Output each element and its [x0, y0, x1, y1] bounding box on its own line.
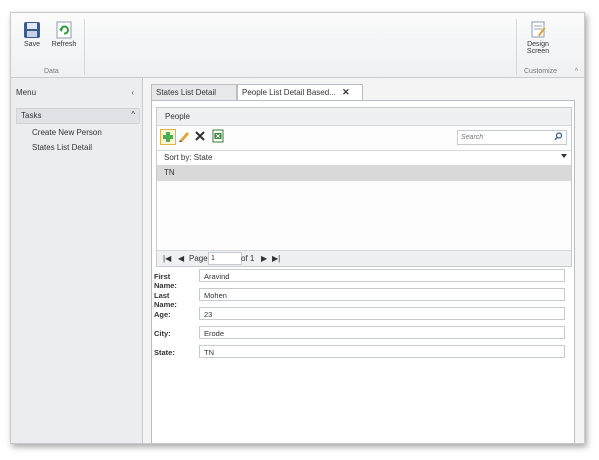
tab-label: People List Detail Based...: [242, 88, 336, 97]
search-input[interactable]: [458, 131, 549, 144]
design-label-2: Screen: [526, 48, 550, 55]
menu-title: Menu: [16, 88, 37, 97]
save-button[interactable]: Save: [19, 21, 45, 48]
delete-button[interactable]: [193, 129, 207, 143]
people-list-group: People Search Sort by: State TN |◀ ◀ Pag…: [156, 107, 572, 267]
last-name-label: Last Name:: [154, 291, 177, 309]
refresh-icon: [55, 21, 73, 39]
chevron-down-icon: [561, 154, 567, 158]
excel-export-icon: [212, 129, 224, 143]
people-group-title: People: [165, 112, 190, 121]
tab-states-list-detail[interactable]: States List Detail: [151, 84, 237, 100]
age-field[interactable]: 23: [199, 307, 565, 320]
ribbon-separator: [516, 19, 517, 75]
pencil-icon: [179, 132, 189, 142]
pager: |◀ ◀ Page 1 of 1 ▶ ▶|: [157, 250, 571, 266]
previous-page-icon[interactable]: ◀: [178, 254, 184, 263]
menu-item-states-list-detail[interactable]: States List Detail: [32, 143, 92, 152]
first-name-field[interactable]: Aravind: [199, 269, 565, 282]
sort-by-label: Sort by: State: [164, 153, 213, 162]
close-tab-icon[interactable]: ✕: [342, 87, 350, 97]
city-field[interactable]: Erode: [199, 326, 565, 339]
save-icon: [23, 21, 41, 39]
collapse-ribbon-icon[interactable]: ^: [575, 68, 578, 75]
age-label: Age:: [154, 310, 171, 319]
last-page-icon[interactable]: ▶|: [272, 254, 280, 263]
edit-button[interactable]: [177, 129, 191, 143]
tasks-label: Tasks: [21, 111, 42, 120]
last-name-field[interactable]: Mohen: [199, 288, 565, 301]
navigation-menu: Menu ‹ Tasks ^ Create New Person States …: [11, 78, 143, 443]
app-window: Save Refresh Data Design Screen Customiz…: [10, 12, 585, 444]
next-page-icon[interactable]: ▶: [261, 254, 267, 263]
page-count-label: of 1: [241, 254, 255, 263]
menu-header: Menu ‹: [16, 88, 136, 102]
design-screen-button[interactable]: Design Screen: [523, 21, 553, 55]
chevron-up-icon: ^: [131, 110, 135, 119]
state-field[interactable]: TN: [199, 345, 565, 358]
city-label: City:: [154, 329, 171, 338]
list-item[interactable]: TN: [157, 165, 571, 181]
page-number-input[interactable]: 1: [208, 252, 242, 265]
state-label: State:: [154, 348, 175, 357]
refresh-button[interactable]: Refresh: [51, 21, 77, 48]
tab-label: States List Detail: [156, 88, 217, 97]
refresh-label: Refresh: [51, 41, 77, 48]
tasks-group-header[interactable]: Tasks ^: [16, 108, 140, 124]
ribbon-separator: [84, 19, 85, 75]
first-name-label: First Name:: [154, 272, 177, 290]
screen-content: People Search Sort by: State TN |◀ ◀ Pag…: [151, 100, 575, 443]
customize-group-label: Customize: [524, 68, 558, 75]
first-page-icon[interactable]: |◀: [163, 254, 171, 263]
add-button[interactable]: [160, 129, 176, 145]
people-toolbar: [157, 127, 571, 147]
ribbon: Save Refresh Data Design Screen Customiz…: [11, 13, 584, 78]
people-group-header: People: [157, 108, 571, 126]
search-box: [457, 130, 567, 145]
data-group-label: Data: [44, 68, 59, 75]
menu-item-create-new-person[interactable]: Create New Person: [32, 128, 102, 137]
add-icon: [163, 132, 173, 142]
search-icon[interactable]: [554, 132, 563, 143]
design-label-1: Design: [527, 41, 549, 48]
delete-x-icon: [195, 131, 205, 141]
sort-by-dropdown[interactable]: Sort by: State: [157, 150, 571, 166]
save-label: Save: [24, 41, 40, 48]
list-item-text: TN: [164, 168, 175, 177]
design-screen-icon: [529, 21, 547, 39]
collapse-menu-icon[interactable]: ‹: [131, 88, 134, 97]
export-button[interactable]: [211, 129, 225, 143]
page-label: Page: [189, 254, 208, 263]
tab-people-list-detail[interactable]: People List Detail Based... ✕: [237, 84, 363, 101]
